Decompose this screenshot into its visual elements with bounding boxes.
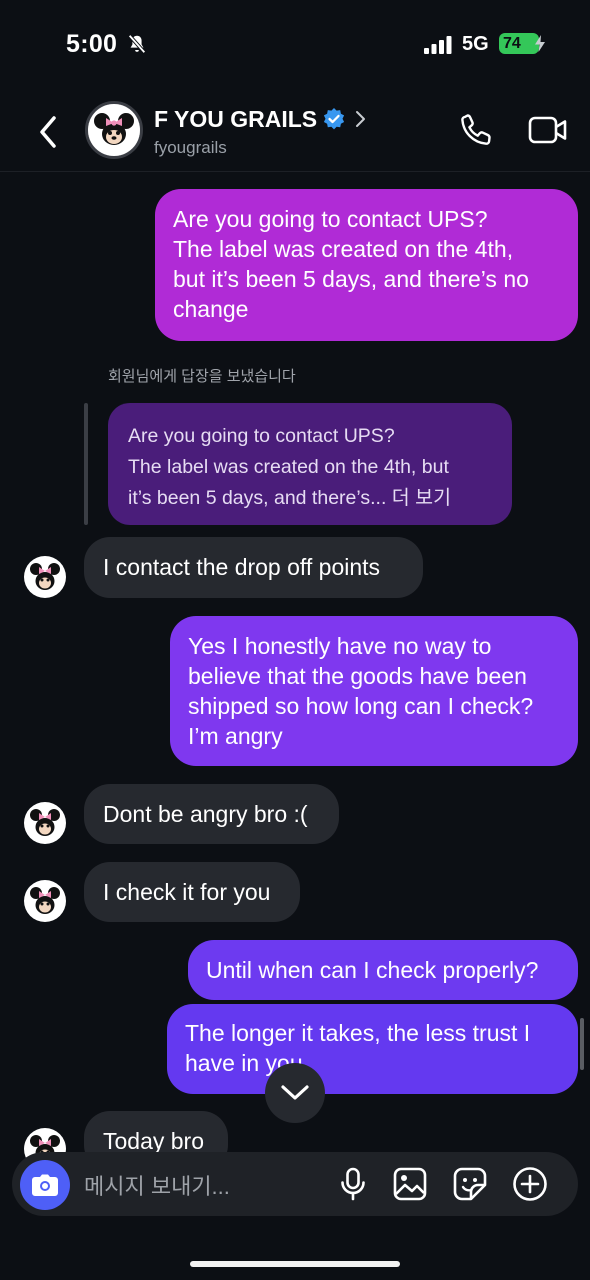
charging-icon	[535, 35, 545, 52]
message-line: have in you	[185, 1050, 303, 1076]
reply-indicator-bar	[84, 403, 88, 525]
profile-name[interactable]: F YOU GRAILS	[154, 106, 317, 133]
message-line: Yes I honestly have no way to	[188, 633, 492, 659]
message-line: believe that the goods have been	[188, 663, 527, 689]
message-line: Are you going to contact UPS?	[173, 206, 488, 232]
reply-quote-line: The label was created on the 4th, but	[128, 456, 449, 478]
chevron-down-icon	[281, 1085, 309, 1100]
message-text: Until when can I check properly?	[206, 957, 539, 983]
minnie-avatar-icon	[88, 104, 140, 156]
bell-off-icon	[128, 34, 146, 54]
message-bubble-received[interactable]: I contact the drop off points	[84, 537, 423, 598]
verified-icon	[323, 108, 345, 130]
plus-icon[interactable]	[512, 1166, 548, 1202]
sender-avatar[interactable]	[24, 556, 66, 598]
message-line: change	[173, 296, 249, 322]
scroll-down-button[interactable]	[265, 1063, 325, 1123]
signal-icon	[424, 36, 452, 54]
message-line: The label was created on the 4th,	[173, 236, 514, 262]
message-text: Today bro	[103, 1128, 205, 1154]
reply-quote-line: it’s been 5 days, and there’s... 더 보기	[128, 487, 452, 509]
sender-avatar[interactable]	[24, 880, 66, 922]
message-line: shipped so how long can I check?	[188, 693, 534, 719]
message-line: but it’s been 5 days, and there’s no	[173, 266, 529, 292]
camera-button[interactable]	[20, 1160, 70, 1210]
message-bubble-sent[interactable]: The longer it takes, the less trust I ha…	[167, 1004, 578, 1094]
message-bubble-sent[interactable]: Until when can I check properly?	[188, 940, 578, 1000]
reply-quote-line: Are you going to contact UPS?	[128, 425, 395, 447]
video-icon[interactable]	[528, 114, 568, 146]
message-bubble-sent[interactable]: Yes I honestly have no way to believe th…	[170, 616, 578, 766]
message-text: Dont be angry bro :(	[103, 801, 308, 827]
chevron-right-icon[interactable]	[353, 110, 367, 128]
gallery-icon[interactable]	[392, 1166, 428, 1202]
minnie-avatar-icon	[30, 887, 60, 914]
message-bubble-received[interactable]: Dont be angry bro :(	[84, 784, 339, 844]
message-bubble-received[interactable]: I check it for you	[84, 862, 300, 922]
scrollbar[interactable]	[580, 1018, 584, 1070]
status-time: 5:00	[66, 30, 118, 58]
profile-avatar[interactable]	[85, 101, 143, 159]
camera-icon	[32, 1174, 58, 1196]
sender-avatar[interactable]	[24, 802, 66, 844]
message-line: I’m angry	[188, 723, 283, 749]
phone-icon[interactable]	[458, 112, 494, 148]
message-input[interactable]: 메시지 보내기...	[84, 1169, 230, 1201]
minnie-avatar-icon	[30, 809, 60, 836]
message-line: The longer it takes, the less trust I	[185, 1020, 531, 1046]
network-type: 5G	[462, 33, 489, 55]
profile-handle: fyougrails	[154, 138, 227, 157]
chat-header: F YOU GRAILS fyougrails	[0, 90, 590, 172]
reply-label: 회원님에게 답장을 보냈습니다	[108, 368, 296, 385]
sticker-icon[interactable]	[452, 1166, 488, 1202]
message-text: I contact the drop off points	[103, 554, 381, 580]
battery-level: 74	[503, 34, 521, 52]
message-composer: 메시지 보내기...	[12, 1152, 578, 1216]
microphone-icon[interactable]	[335, 1166, 371, 1202]
message-bubble-sent[interactable]: Are you going to contact UPS? The label …	[155, 189, 578, 341]
message-text: I check it for you	[103, 879, 271, 905]
back-icon[interactable]	[34, 112, 62, 152]
status-bar: 5:00 5G 74	[0, 0, 590, 90]
battery-icon: 74	[499, 33, 539, 54]
reply-quote[interactable]: Are you going to contact UPS? The label …	[108, 403, 512, 525]
home-indicator[interactable]	[190, 1261, 400, 1267]
minnie-avatar-icon	[30, 563, 60, 590]
